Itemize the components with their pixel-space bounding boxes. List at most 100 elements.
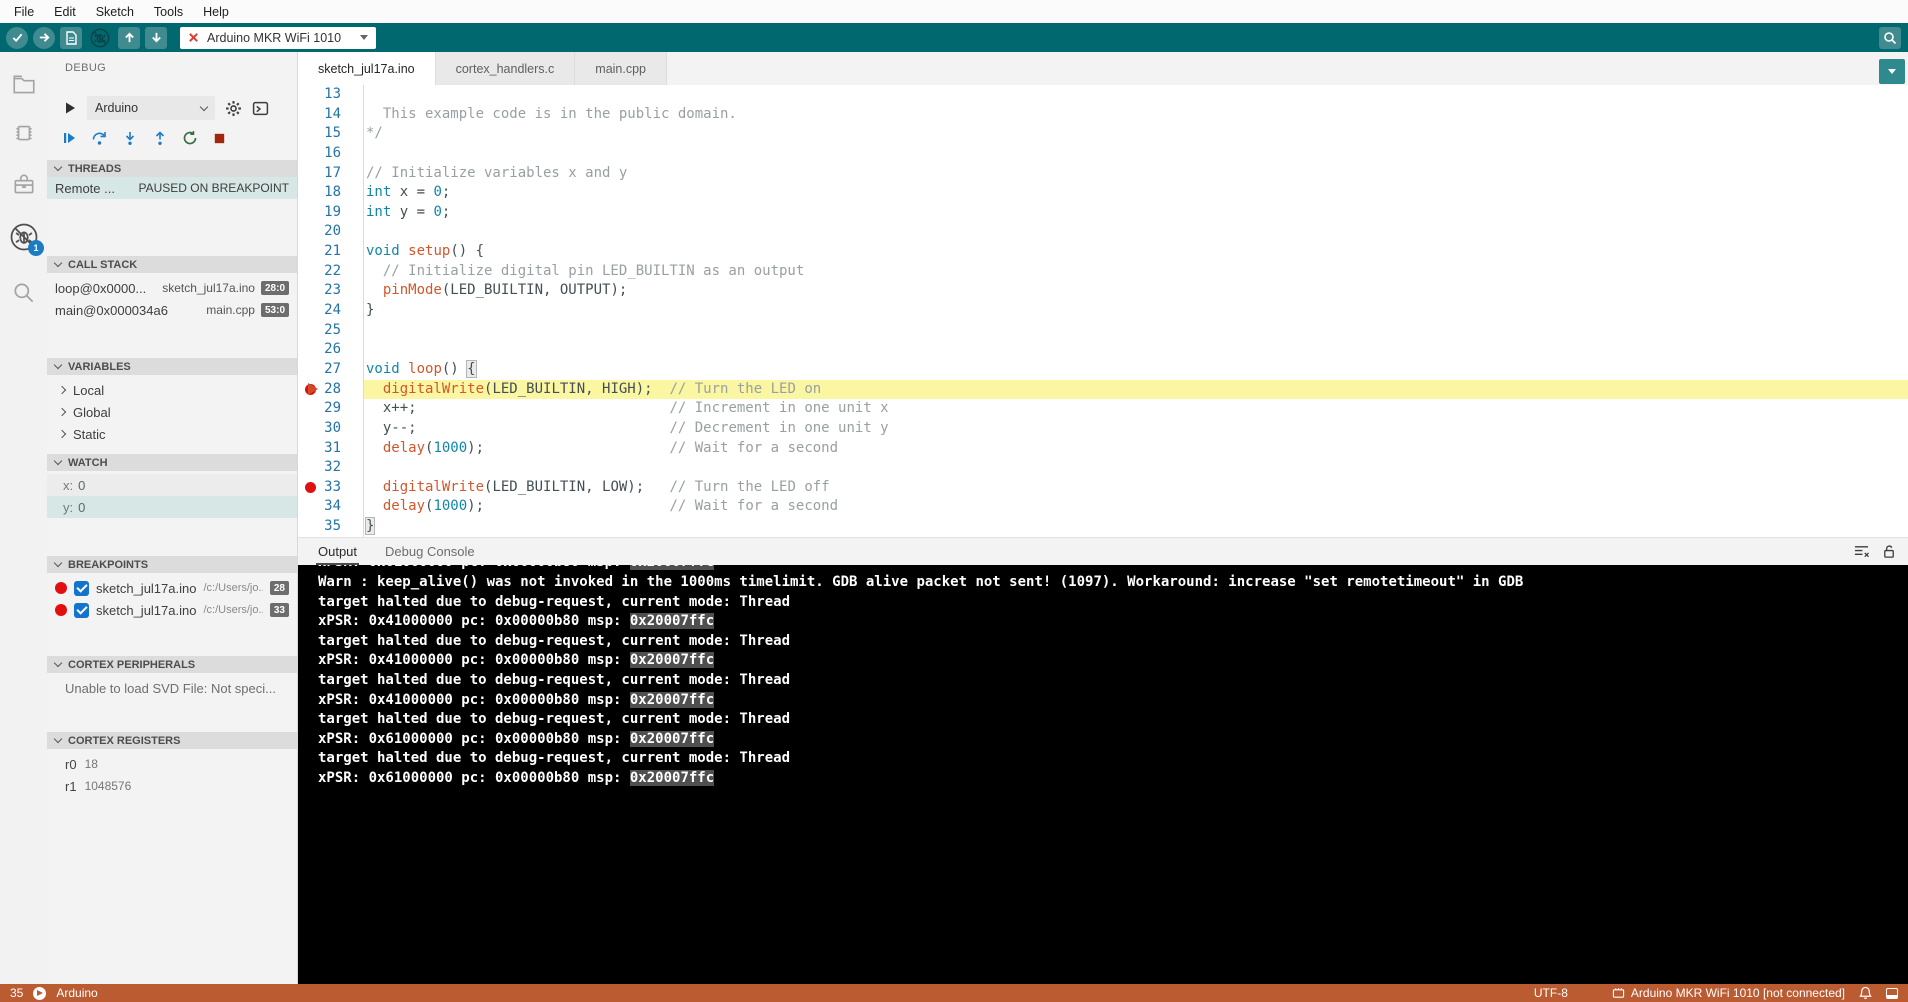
breakpoint-dot-icon[interactable] <box>305 482 316 493</box>
breakpoint-checkbox[interactable] <box>74 603 89 618</box>
code-line-text[interactable]: // Initialize variables x and y <box>363 164 1908 184</box>
code-line-text[interactable]: digitalWrite(LED_BUILTIN, LOW); // Turn … <box>363 478 1908 498</box>
code-line-text[interactable]: int y = 0; <box>363 203 1908 223</box>
board-status[interactable]: Arduino MKR WiFi 1010 [not connected] <box>1612 986 1845 1000</box>
code-line-text[interactable]: pinMode(LED_BUILTIN, OUTPUT); <box>363 281 1908 301</box>
gutter[interactable]: 28 <box>298 380 363 400</box>
callstack-section-header[interactable]: CALL STACK <box>47 256 297 273</box>
scroll-lock-icon[interactable] <box>1882 544 1896 559</box>
sidebar-item-sketchbook[interactable] <box>9 70 39 100</box>
gutter[interactable]: 20 <box>298 222 363 242</box>
menu-tools[interactable]: Tools <box>144 5 193 19</box>
debug-config-select[interactable]: Arduino <box>87 96 215 120</box>
code-line-text[interactable]: int x = 0; <box>363 183 1908 203</box>
thread-row[interactable]: Remote ... PAUSED ON BREAKPOINT <box>47 177 297 199</box>
restart-icon[interactable] <box>182 130 198 146</box>
serial-monitor-button[interactable] <box>1879 27 1901 49</box>
step-out-icon[interactable] <box>152 130 168 146</box>
code-line-text[interactable]: } <box>363 301 1908 321</box>
gutter[interactable]: 30 <box>298 419 363 439</box>
step-into-icon[interactable] <box>122 130 138 146</box>
threads-section-header[interactable]: THREADS <box>47 160 297 177</box>
gear-icon[interactable] <box>225 100 242 117</box>
cortex-peripherals-section-header[interactable]: CORTEX PERIPHERALS <box>47 656 297 673</box>
code-line-text[interactable]: // Initialize digital pin LED_BUILTIN as… <box>363 262 1908 282</box>
start-debug-icon[interactable] <box>63 101 77 115</box>
gutter[interactable]: 26 <box>298 340 363 360</box>
gutter[interactable]: 15 <box>298 124 363 144</box>
code-line-text[interactable] <box>363 144 1908 164</box>
variables-group-global[interactable]: Global <box>47 401 297 423</box>
gutter[interactable]: 33 <box>298 478 363 498</box>
gutter[interactable]: 31 <box>298 439 363 459</box>
save-button[interactable] <box>145 27 167 49</box>
gutter[interactable]: 17 <box>298 164 363 184</box>
code-line-text[interactable]: } <box>363 517 1908 537</box>
clear-output-icon[interactable] <box>1853 544 1870 559</box>
code-line-text[interactable]: y--; // Decrement in one unit y <box>363 419 1908 439</box>
menu-sketch[interactable]: Sketch <box>86 5 144 19</box>
gutter[interactable]: 13 <box>298 85 363 105</box>
variables-group-static[interactable]: Static <box>47 423 297 445</box>
bell-icon[interactable] <box>1859 986 1872 1000</box>
tab-sketch-jul17a-ino[interactable]: sketch_jul17a.ino <box>298 52 436 85</box>
upload-button[interactable] <box>33 27 55 49</box>
code-line-text[interactable]: void loop() { <box>363 360 1908 380</box>
breakpoint-row[interactable]: sketch_jul17a.ino /c:/Users/jo... 28 <box>47 577 297 599</box>
code-line-text[interactable] <box>363 222 1908 242</box>
verify-button[interactable] <box>6 27 28 49</box>
sidebar-item-library-manager[interactable] <box>9 170 39 200</box>
gutter[interactable]: 24 <box>298 301 363 321</box>
menu-file[interactable]: File <box>4 5 44 19</box>
board-selector[interactable]: Arduino MKR WiFi 1010 <box>180 27 376 49</box>
stop-icon[interactable] <box>212 131 227 146</box>
callstack-frame[interactable]: loop@0x0000... sketch_jul17a.ino 28:0 <box>47 277 297 299</box>
output-console[interactable]: xPSR: 0x61000000 pc: 0x00000b80 msp: 0x2… <box>298 565 1908 984</box>
gutter[interactable]: 14 <box>298 105 363 125</box>
encoding-indicator[interactable]: UTF-8 <box>1534 986 1568 1000</box>
code-line-text[interactable] <box>363 340 1908 360</box>
sidebar-item-debug[interactable]: 1 <box>9 222 39 252</box>
gutter[interactable]: 19 <box>298 203 363 223</box>
breakpoints-section-header[interactable]: BREAKPOINTS <box>47 556 297 573</box>
watch-section-header[interactable]: WATCH <box>47 454 297 471</box>
variables-group-local[interactable]: Local <box>47 379 297 401</box>
code-line-text[interactable] <box>363 85 1908 105</box>
tab-main-cpp[interactable]: main.cpp <box>575 52 667 85</box>
tab-output[interactable]: Output <box>318 538 357 565</box>
new-sketch-button[interactable] <box>60 27 82 49</box>
watch-expression[interactable]: x: 0 <box>47 474 297 496</box>
code-line-text[interactable]: void setup() { <box>363 242 1908 262</box>
menu-edit[interactable]: Edit <box>44 5 86 19</box>
gutter[interactable]: 18 <box>298 183 363 203</box>
code-line-text[interactable]: delay(1000); // Wait for a second <box>363 497 1908 517</box>
gutter[interactable]: 35 <box>298 517 363 537</box>
watch-expression[interactable]: y: 0 <box>47 496 297 518</box>
breakpoint-checkbox[interactable] <box>74 581 89 596</box>
code-line-text[interactable]: x++; // Increment in one unit x <box>363 399 1908 419</box>
gutter[interactable]: 32 <box>298 458 363 478</box>
breakpoint-row[interactable]: sketch_jul17a.ino /c:/Users/jo... 33 <box>47 599 297 621</box>
variables-section-header[interactable]: VARIABLES <box>47 358 297 375</box>
panel-toggle-icon[interactable] <box>1886 988 1898 999</box>
gutter[interactable]: 16 <box>298 144 363 164</box>
code-line-text[interactable]: */ <box>363 124 1908 144</box>
debug-console-icon[interactable] <box>252 100 269 117</box>
menu-help[interactable]: Help <box>193 5 239 19</box>
gutter[interactable]: 23 <box>298 281 363 301</box>
code-editor[interactable]: 1314 This example code is in the public … <box>298 85 1908 537</box>
gutter[interactable]: 22 <box>298 262 363 282</box>
gutter[interactable]: 34 <box>298 497 363 517</box>
cursor-line-indicator[interactable]: 35 <box>10 986 23 1000</box>
continue-icon[interactable] <box>61 130 77 146</box>
code-line-text[interactable] <box>363 321 1908 341</box>
open-button[interactable] <box>118 27 140 49</box>
gutter[interactable]: 25 <box>298 321 363 341</box>
gutter[interactable]: 21 <box>298 242 363 262</box>
debug-toolbar-button[interactable] <box>87 26 113 50</box>
code-line-text[interactable]: digitalWrite(LED_BUILTIN, HIGH); // Turn… <box>363 380 1908 400</box>
code-line-text[interactable]: delay(1000); // Wait for a second <box>363 439 1908 459</box>
tab-overflow-dropdown[interactable] <box>1879 59 1905 84</box>
gutter[interactable]: 27 <box>298 360 363 380</box>
sidebar-item-boards-manager[interactable] <box>9 118 39 148</box>
